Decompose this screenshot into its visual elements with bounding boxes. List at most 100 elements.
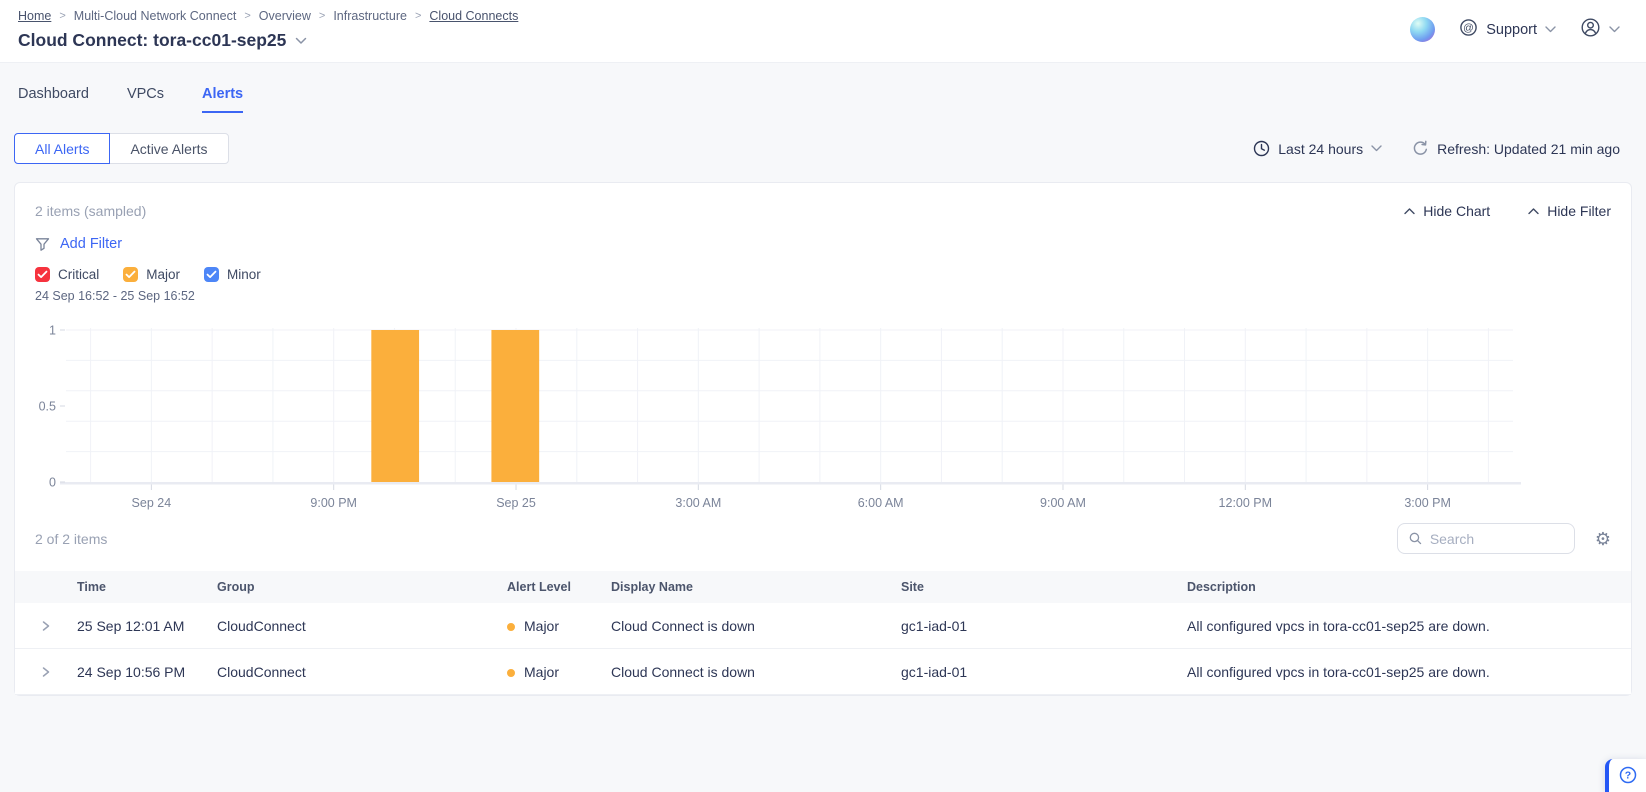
svg-text:12:00 PM: 12:00 PM (1219, 496, 1273, 510)
cell-alert-level: Major (507, 664, 611, 680)
search-icon (1409, 531, 1422, 546)
cell-time: 25 Sep 12:01 AM (77, 618, 217, 634)
main-content: Dashboard VPCs Alerts All AlertsActive Ale… (0, 63, 1646, 696)
column-header-site: Site (901, 580, 1187, 594)
checkbox-checked-icon[interactable] (35, 267, 50, 282)
breadcrumb-separator: > (311, 10, 333, 22)
cell-site: gc1-iad-01 (901, 618, 1187, 634)
hide-filter-button[interactable]: Hide Filter (1528, 203, 1611, 219)
time-range-dropdown[interactable]: Last 24 hours (1253, 140, 1382, 157)
tab-dashboard[interactable]: Dashboard (18, 86, 89, 113)
support-icon: @ (1459, 18, 1478, 41)
search-box (1397, 523, 1575, 554)
chart-date-range: 24 Sep 16:52 - 25 Sep 16:52 (35, 289, 1611, 303)
svg-text:?: ? (1624, 770, 1630, 782)
breadcrumb-home[interactable]: Home (18, 9, 51, 23)
severity-label: Minor (227, 267, 261, 282)
cell-site: gc1-iad-01 (901, 664, 1187, 680)
breadcrumb-cloud-connects[interactable]: Cloud Connects (429, 9, 518, 23)
breadcrumb-overview: Overview (259, 9, 311, 23)
table-row[interactable]: 24 Sep 10:56 PM CloudConnect Major Cloud… (15, 649, 1631, 695)
table-settings-gear-icon[interactable]: ⚙ (1595, 530, 1611, 548)
header-right: @ Support (1410, 17, 1620, 42)
help-question-icon: ? (1619, 766, 1637, 784)
severity-label: Critical (58, 267, 99, 282)
alert-level-dot-icon (507, 623, 515, 631)
hide-chart-label: Hide Chart (1423, 203, 1490, 219)
tab-bar: Dashboard VPCs Alerts (0, 63, 1646, 113)
refresh-button[interactable]: Refresh: Updated 21 min ago (1412, 140, 1620, 157)
alerts-table: TimeGroupAlert LevelDisplay NameSiteDesc… (15, 571, 1631, 695)
add-filter-button[interactable]: Add Filter (35, 236, 122, 252)
column-header-group: Group (217, 580, 507, 594)
breadcrumb-separator: > (236, 10, 258, 22)
table-header-row: TimeGroupAlert LevelDisplay NameSiteDesc… (15, 571, 1631, 603)
support-label: Support (1486, 22, 1537, 38)
severity-filter-minor[interactable]: Minor (204, 267, 261, 282)
items-summary: 2 items (sampled) (35, 203, 146, 219)
user-menu[interactable] (1580, 17, 1620, 42)
svg-text:6:00 AM: 6:00 AM (858, 496, 904, 510)
toggle-active-alerts[interactable]: Active Alerts (109, 133, 228, 164)
user-avatar-icon (1580, 17, 1601, 42)
breadcrumb-infrastructure: Infrastructure (333, 9, 407, 23)
svg-text:1: 1 (49, 324, 56, 338)
cell-time: 24 Sep 10:56 PM (77, 664, 217, 680)
table-toolbar-right: ⚙ (1397, 523, 1611, 554)
refresh-status-label: Refresh: Updated 21 min ago (1437, 141, 1620, 157)
severity-filter-major[interactable]: Major (123, 267, 180, 282)
page-title-row: Cloud Connect: tora-cc01-sep25 (18, 30, 518, 51)
cell-alert-level: Major (507, 618, 611, 634)
breadcrumb-separator: > (51, 10, 73, 22)
alerts-chart: 00.51Sep 249:00 PMSep 253:00 AM6:00 AM9:… (35, 315, 1611, 515)
svg-text:3:00 PM: 3:00 PM (1404, 496, 1451, 510)
assistant-orb-icon[interactable] (1410, 17, 1435, 42)
svg-text:Sep 24: Sep 24 (132, 496, 172, 510)
right-controls: Last 24 hours Refresh: Updated 21 min ag… (1253, 140, 1620, 157)
column-header-description: Description (1187, 580, 1631, 594)
cell-display-name: Cloud Connect is down (611, 664, 901, 680)
row-expand-chevron-icon[interactable] (15, 620, 77, 632)
column-header-time: Time (77, 580, 217, 594)
table-row[interactable]: 25 Sep 12:01 AM CloudConnect Major Cloud… (15, 603, 1631, 649)
row-expand-chevron-icon[interactable] (15, 666, 77, 678)
svg-text:9:00 AM: 9:00 AM (1040, 496, 1086, 510)
breadcrumb-multi-cloud-network-connect: Multi-Cloud Network Connect (74, 9, 237, 23)
chevron-down-icon (1609, 26, 1620, 33)
table-count: 2 of 2 items (35, 531, 107, 547)
tab-vpcs[interactable]: VPCs (127, 86, 164, 113)
header-left: Home>Multi-Cloud Network Connect>Overvie… (18, 9, 518, 51)
chevron-up-icon (1528, 208, 1539, 215)
breadcrumb-separator: > (407, 10, 429, 22)
svg-text:@: @ (1463, 22, 1474, 34)
help-widget[interactable]: ? (1605, 759, 1646, 792)
search-input[interactable] (1430, 531, 1563, 547)
tab-alerts[interactable]: Alerts (202, 86, 243, 113)
severity-label: Major (146, 267, 180, 282)
alerts-panel: 2 items (sampled) Hide Chart Hide Filter… (14, 182, 1632, 696)
cell-description: All configured vpcs in tora-cc01-sep25 a… (1187, 618, 1631, 634)
checkbox-checked-icon[interactable] (123, 267, 138, 282)
page-title-chevron-down-icon[interactable] (295, 32, 307, 50)
alerts-bar-chart: 00.51Sep 249:00 PMSep 253:00 AM6:00 AM9:… (35, 315, 1613, 510)
hide-chart-button[interactable]: Hide Chart (1404, 203, 1490, 219)
support-menu[interactable]: @ Support (1459, 18, 1556, 41)
panel-header: 2 items (sampled) Hide Chart Hide Filter (35, 203, 1611, 219)
app-header: Home>Multi-Cloud Network Connect>Overvie… (0, 0, 1646, 63)
refresh-icon (1412, 140, 1429, 157)
checkbox-checked-icon[interactable] (204, 267, 219, 282)
alert-level-dot-icon (507, 669, 515, 677)
svg-text:0.5: 0.5 (39, 400, 56, 414)
time-range-label: Last 24 hours (1278, 141, 1363, 157)
chevron-down-icon (1371, 145, 1382, 152)
table-toolbar: 2 of 2 items ⚙ (35, 523, 1611, 554)
severity-filter-row: Critical Major Minor (35, 267, 1611, 282)
cell-group: CloudConnect (217, 618, 507, 634)
svg-text:3:00 AM: 3:00 AM (675, 496, 721, 510)
svg-text:Sep 25: Sep 25 (496, 496, 536, 510)
severity-filter-critical[interactable]: Critical (35, 267, 99, 282)
svg-text:9:00 PM: 9:00 PM (310, 496, 357, 510)
column-header-display-name: Display Name (611, 580, 901, 594)
toggle-all-alerts[interactable]: All Alerts (14, 133, 110, 164)
hide-filter-label: Hide Filter (1547, 203, 1611, 219)
